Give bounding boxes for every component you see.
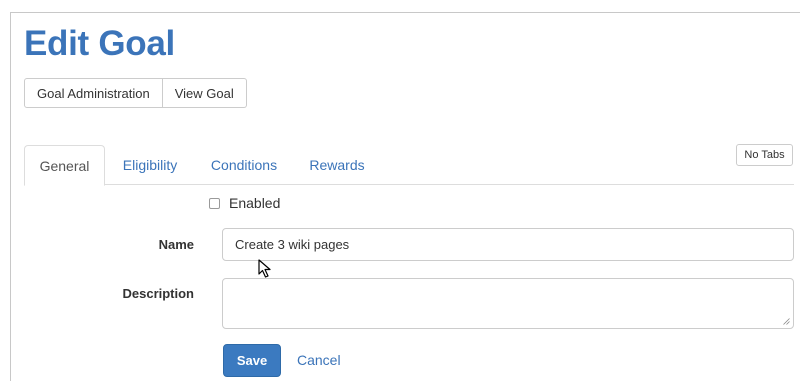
tab-conditions[interactable]: Conditions — [200, 145, 288, 185]
name-input-value: Create 3 wiki pages — [235, 237, 350, 252]
description-textarea[interactable] — [222, 278, 794, 329]
page-title: Edit Goal — [24, 24, 175, 63]
enabled-row: Enabled — [209, 194, 280, 212]
name-input[interactable]: Create 3 wiki pages — [222, 228, 794, 261]
cancel-link[interactable]: Cancel — [297, 352, 341, 368]
view-goal-button[interactable]: View Goal — [162, 78, 247, 108]
name-label: Name — [158, 237, 194, 252]
enabled-label: Enabled — [229, 195, 281, 211]
goal-nav-button-group: Goal Administration View Goal — [24, 78, 247, 108]
goal-administration-button[interactable]: Goal Administration — [24, 78, 163, 108]
mouse-pointer-icon — [258, 259, 271, 278]
tab-rewards[interactable]: Rewards — [300, 145, 374, 185]
enabled-checkbox[interactable] — [209, 197, 220, 209]
save-button[interactable]: Save — [223, 344, 281, 377]
no-tabs-button[interactable]: No Tabs — [736, 144, 793, 166]
goal-tabs: General Eligibility Conditions Rewards — [24, 145, 794, 186]
tab-general[interactable]: General — [24, 145, 105, 186]
resize-grip-icon[interactable] — [783, 318, 790, 325]
description-label: Description — [122, 286, 194, 301]
tab-eligibility[interactable]: Eligibility — [110, 145, 190, 185]
